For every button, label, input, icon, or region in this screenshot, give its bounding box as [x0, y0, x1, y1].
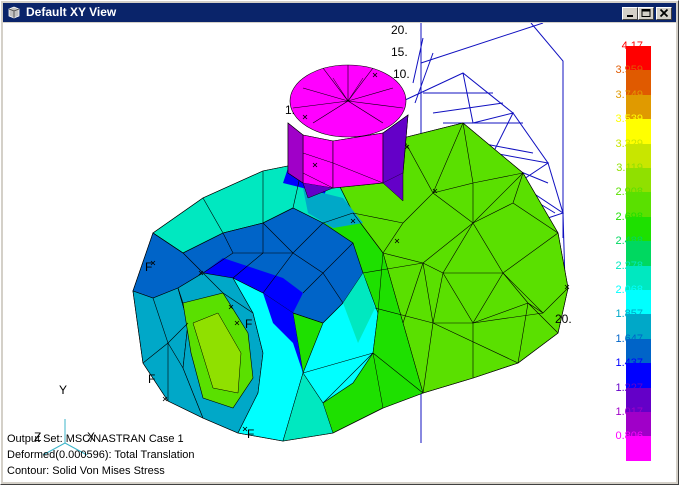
- maximize-button[interactable]: [638, 7, 654, 20]
- legend-value: 2.278: [615, 259, 643, 272]
- constraint-marker: F: [247, 427, 255, 441]
- minimize-button[interactable]: [622, 7, 638, 20]
- legend-value: 0.806: [615, 430, 643, 443]
- contour-legend: [626, 46, 651, 462]
- model-viewport[interactable]: 20. 15. 10. 1. 20. F F F F Y Z X Output …: [3, 23, 676, 482]
- legend-value: 3.539: [615, 113, 643, 126]
- deformed-label: Deformed(0.000596): Total Translation: [7, 449, 195, 461]
- legend-value: 1.857: [615, 308, 643, 321]
- legend-value: 1.437: [615, 357, 643, 370]
- constraint-marker: F: [148, 372, 156, 386]
- minimize-icon: [627, 15, 633, 17]
- app-icon[interactable]: [7, 6, 21, 19]
- window-title: Default XY View: [26, 5, 117, 19]
- legend-value: 3.959: [615, 64, 643, 77]
- axis-tick-label: 10.: [393, 67, 410, 81]
- legend-value: 1.017: [615, 406, 643, 418]
- axis-tick-label: 20.: [555, 312, 572, 326]
- legend-value: 2.698: [615, 210, 643, 223]
- legend-value: 2.068: [615, 284, 643, 296]
- legend-value: 3.329: [615, 137, 643, 150]
- axis-tick-label: 15.: [391, 45, 408, 59]
- fea-model[interactable]: [3, 23, 603, 482]
- close-button[interactable]: [656, 7, 672, 20]
- legend-value: 3.119: [616, 162, 643, 174]
- constraint-marker: F: [145, 260, 153, 274]
- close-icon: [659, 8, 669, 18]
- legend-value: 1.227: [615, 381, 643, 394]
- maximize-icon: [641, 9, 651, 17]
- contour-label: Contour: Solid Von Mises Stress: [7, 465, 165, 477]
- constraint-marker: F: [245, 317, 253, 331]
- legend-value: 4.17: [621, 40, 643, 52]
- legend-value: 2.908: [615, 186, 643, 199]
- legend-value: 3.749: [615, 88, 643, 101]
- cylinder-boss: [287, 64, 409, 202]
- axis-label-y: Y: [59, 383, 68, 397]
- title-bar[interactable]: Default XY View: [3, 3, 676, 22]
- legend-value: 1.647: [615, 332, 643, 345]
- axis-tick-label: 1.: [285, 103, 296, 117]
- output-set-label: Output Set: MSC/NASTRAN Case 1: [7, 433, 184, 445]
- legend-value: 2.488: [615, 235, 643, 248]
- window: Default XY View 20. 15. 10. 1. 20. F F F…: [0, 0, 679, 485]
- axis-tick-label: 20.: [391, 23, 408, 37]
